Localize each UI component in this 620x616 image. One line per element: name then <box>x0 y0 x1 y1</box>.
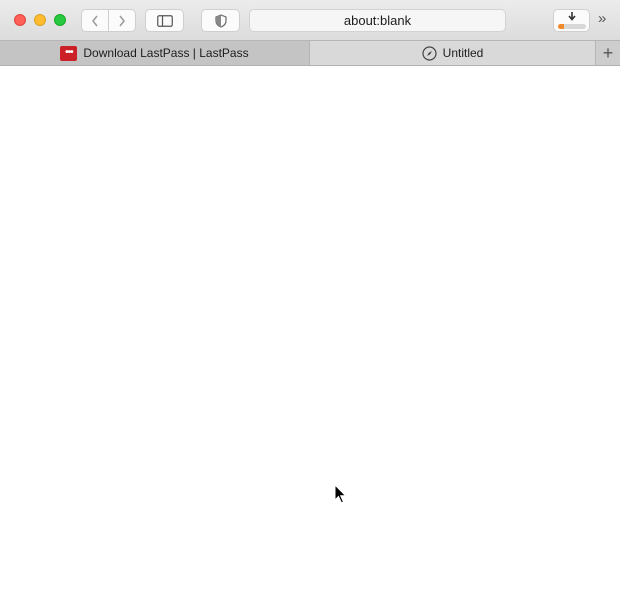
zoom-window-button[interactable] <box>54 14 66 26</box>
tab-lastpass[interactable]: ••• Download LastPass | LastPass <box>0 41 310 65</box>
download-arrow-icon <box>568 12 576 21</box>
chevron-right-icon <box>119 15 125 26</box>
overflow-label: » <box>598 10 607 27</box>
new-tab-label: + <box>602 42 614 63</box>
close-window-button[interactable] <box>14 14 26 26</box>
tab-label: Untitled <box>442 46 484 60</box>
back-forward-group <box>81 9 136 32</box>
chevron-left-icon <box>92 15 98 26</box>
address-text: about:blank <box>343 13 412 28</box>
new-tab-button[interactable]: + <box>595 41 620 65</box>
lastpass-logo-dots: ••• <box>65 47 73 58</box>
downloads-button[interactable] <box>553 9 590 32</box>
compass-icon <box>422 45 437 61</box>
lastpass-logo-icon: ••• <box>60 45 78 61</box>
shield-icon <box>214 13 227 28</box>
tab-untitled[interactable]: Untitled <box>310 41 595 65</box>
address-bar[interactable]: about:blank <box>249 9 506 32</box>
tab-bar: ••• Download LastPass | LastPass Untitle… <box>0 40 620 66</box>
download-progress-fill <box>558 24 564 29</box>
sidebar-button[interactable] <box>145 9 184 32</box>
privacy-report-button[interactable] <box>201 9 240 32</box>
mouse-pointer-icon <box>334 484 347 504</box>
tab-label: Download LastPass | LastPass <box>83 46 249 60</box>
toolbar-overflow-button[interactable]: » <box>598 10 606 27</box>
forward-button[interactable] <box>108 10 135 31</box>
web-content-area[interactable] <box>0 66 620 616</box>
minimize-window-button[interactable] <box>34 14 46 26</box>
download-progress-bar <box>558 24 586 29</box>
sidebar-icon <box>156 14 173 27</box>
browser-toolbar: about:blank » <box>0 0 620 40</box>
back-button[interactable] <box>82 10 108 31</box>
